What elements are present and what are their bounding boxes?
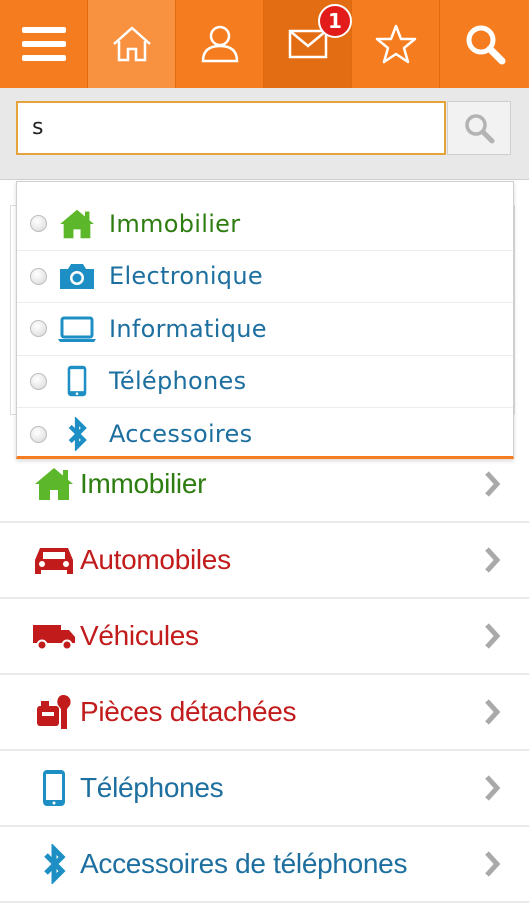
search-suggestions-dropdown: Immobilier Electronique Informatique Tél… [16, 181, 514, 459]
suggestion-label: Electronique [109, 262, 263, 291]
suggestion-label: Immobilier [109, 209, 241, 238]
search-input[interactable]: s [16, 101, 446, 155]
menu-icon [21, 27, 66, 61]
category-label: Automobiles [80, 544, 231, 575]
radio-button[interactable] [30, 267, 47, 285]
chevron-right-icon [485, 851, 501, 877]
chevron-right-icon [485, 775, 501, 801]
category-label: Accessoires de téléphones [80, 848, 408, 879]
home-icon [28, 462, 80, 506]
search-icon [465, 114, 495, 144]
home-icon [57, 206, 97, 242]
category-label: Immobilier [80, 468, 207, 499]
bluetooth-icon [57, 416, 97, 452]
category-label: Véhicules [80, 620, 199, 651]
bluetooth-icon [28, 842, 80, 886]
radio-button[interactable] [30, 372, 47, 390]
camera-icon [57, 258, 97, 294]
search-submit-button[interactable] [447, 101, 511, 155]
wrench-icon [28, 690, 80, 734]
mail-icon [288, 29, 327, 59]
category-list: Immobilier Automobiles Véhicules Pièces … [0, 447, 529, 903]
account-button[interactable] [176, 0, 264, 88]
phone-icon [57, 363, 97, 399]
category-item-accessoires-telephones[interactable]: Accessoires de téléphones [0, 827, 529, 903]
suggestion-accessoires[interactable]: Accessoires [17, 408, 513, 461]
truck-icon [28, 614, 80, 658]
home-icon [112, 26, 151, 62]
suggestion-immobilier[interactable]: Immobilier [17, 198, 513, 251]
chevron-right-icon [485, 623, 501, 649]
category-item-automobiles[interactable]: Automobiles [0, 523, 529, 599]
suggestion-electronique[interactable]: Electronique [17, 251, 513, 303]
user-icon [201, 25, 238, 63]
category-label: Téléphones [80, 772, 224, 803]
search-icon [466, 25, 505, 65]
suggestion-informatique[interactable]: Informatique [17, 303, 513, 356]
radio-button[interactable] [30, 425, 47, 443]
top-nav-bar [0, 0, 529, 88]
suggestion-label: Informatique [109, 314, 267, 343]
chevron-right-icon [485, 471, 501, 497]
suggestion-telephones[interactable]: Téléphones [17, 356, 513, 408]
notification-badge: 1 [318, 4, 352, 38]
category-item-pieces-detachees[interactable]: Pièces détachées [0, 675, 529, 751]
laptop-icon [57, 311, 97, 347]
menu-button[interactable] [0, 0, 88, 88]
phone-icon [28, 766, 80, 810]
search-bar: s [0, 88, 529, 180]
suggestion-label: Accessoires [109, 420, 253, 449]
radio-button[interactable] [30, 215, 47, 233]
chevron-right-icon [485, 547, 501, 573]
radio-button[interactable] [30, 320, 47, 338]
home-button[interactable] [88, 0, 176, 88]
star-icon [375, 24, 416, 64]
search-nav-button[interactable] [440, 0, 529, 88]
suggestion-label: Téléphones [109, 367, 247, 396]
chevron-right-icon [485, 699, 501, 725]
category-label: Pièces détachées [80, 696, 297, 727]
category-item-vehicules[interactable]: Véhicules [0, 599, 529, 675]
category-item-telephones[interactable]: Téléphones [0, 751, 529, 827]
favorites-button[interactable] [352, 0, 440, 88]
car-icon [28, 538, 80, 582]
